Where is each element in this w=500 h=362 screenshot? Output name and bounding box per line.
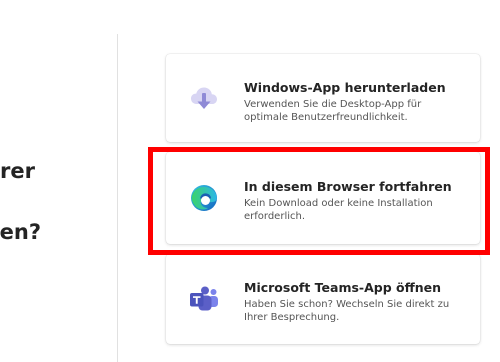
open-teams-app-option[interactable]: Microsoft Teams-App öffnen Haben Sie sch… [166, 254, 480, 344]
option-title: Windows-App herunterladen [244, 80, 446, 95]
option-description: Haben Sie schon? Wechseln Sie direkt zu … [244, 299, 450, 323]
page-heading-line-2: nen? [0, 220, 41, 244]
option-title: Microsoft Teams-App öffnen [244, 280, 442, 295]
vertical-divider [117, 34, 118, 362]
option-description: Kein Download oder keine Installation er… [244, 198, 433, 222]
download-windows-app-option[interactable]: Windows-App herunterladen Verwenden Sie … [166, 54, 480, 142]
option-description: Verwenden Sie die Desktop-App für optima… [244, 99, 422, 123]
cloud-download-icon [188, 82, 220, 114]
continue-in-browser-option[interactable]: In diesem Browser fortfahren Kein Downlo… [166, 152, 480, 244]
left-pane: rer nen? [0, 0, 117, 362]
option-title: In diesem Browser fortfahren [244, 179, 452, 194]
page-heading-line-1: rer [0, 159, 35, 183]
teams-icon [188, 283, 220, 315]
edge-browser-icon [188, 182, 220, 214]
